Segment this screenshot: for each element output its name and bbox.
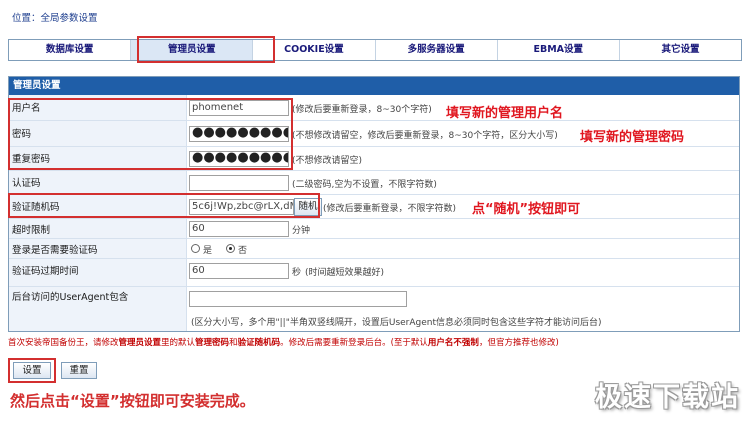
- hint-captcha-expire: (时间越短效果越好): [305, 268, 385, 278]
- tab-cookie[interactable]: COOKIE设置: [253, 40, 376, 60]
- authcode-input[interactable]: [189, 175, 289, 191]
- settings-tab-bar: 数据库设置 管理员设置 COOKIE设置 多服务器设置 EBMA设置 其它设置: [8, 39, 742, 61]
- hint-password: (不想修改请留空，修改后要重新登录，8~30个字符，区分大小写): [292, 131, 558, 141]
- label-password: 密码: [9, 121, 187, 146]
- row-timeout: 超时限制 60 分钟: [9, 219, 739, 239]
- submit-button[interactable]: 设置: [13, 362, 51, 379]
- label-authcode: 认证码: [9, 171, 187, 194]
- row-repassword: 重复密码 ●●●●●●●●● (不想修改请留空): [9, 147, 739, 171]
- tab-multi-server[interactable]: 多服务器设置: [376, 40, 498, 60]
- notice-part: 。修改后需要重新登录后台。(至于默认: [280, 338, 428, 348]
- hint-repassword: (不想修改请留空): [292, 156, 363, 166]
- useragent-input[interactable]: [189, 291, 407, 307]
- captcha-no-label: 否: [238, 246, 248, 256]
- label-need-captcha: 登录是否需要验证码: [9, 239, 187, 258]
- tab-admin[interactable]: 管理员设置: [131, 40, 254, 60]
- notice-part: 首次安装帝国备份王，请修改: [8, 338, 119, 348]
- hint-useragent: (区分大小写，多个用"||"半角双竖线隔开，设置后UserAgent信息必须同时…: [191, 318, 602, 328]
- captcha-yes-label: 是: [203, 246, 213, 256]
- hint-authcode: (二级密码,空为不设置，不限字符数): [292, 180, 437, 190]
- label-timeout: 超时限制: [9, 219, 187, 238]
- row-need-captcha: 登录是否需要验证码 是 否: [9, 239, 739, 259]
- timeout-unit: 分钟: [292, 226, 311, 236]
- timeout-input[interactable]: 60: [189, 221, 289, 237]
- notice-bold: 管理密码: [195, 338, 230, 348]
- watermark-logo: 极速下载站: [560, 374, 740, 414]
- row-username: 用户名 phomenet (修改后要重新登录，8~30个字符): [9, 95, 739, 121]
- notice-bold: 用户名不强制: [427, 338, 479, 348]
- tab-other[interactable]: 其它设置: [620, 40, 741, 60]
- notice-text: 首次安装帝国备份王，请修改管理员设置里的默认管理密码和验证随机码。修改后需要重新…: [8, 336, 740, 348]
- notice-part: ，但官方推荐也修改): [478, 338, 559, 348]
- hint-username: (修改后要重新登录，8~30个字符): [292, 105, 432, 115]
- label-username: 用户名: [9, 95, 187, 120]
- tab-ebma[interactable]: EBMA设置: [498, 40, 620, 60]
- annotation-footer: 然后点击“设置”按钮即可安装完成。: [10, 392, 255, 410]
- repassword-input[interactable]: ●●●●●●●●●: [189, 151, 289, 167]
- captcha-expire-input[interactable]: 60: [189, 263, 289, 279]
- row-random-code: 验证随机码 5c6j!Wp,zbc@rLX,dM" 随机 (修改后要重新登录，不…: [9, 195, 739, 219]
- password-input[interactable]: ●●●●●●●●●: [189, 126, 289, 142]
- captcha-expire-unit: 秒: [292, 268, 302, 278]
- label-useragent: 后台访问的UserAgent包含: [9, 287, 187, 331]
- annotation-password: 填写新的管理密码: [580, 130, 685, 145]
- notice-bold: 验证随机码: [237, 338, 281, 348]
- notice-part: 和: [229, 338, 238, 348]
- label-random-code: 验证随机码: [9, 195, 187, 218]
- row-authcode: 认证码 (二级密码,空为不设置，不限字符数): [9, 171, 739, 195]
- captcha-no-radio[interactable]: [226, 244, 235, 253]
- row-useragent: 后台访问的UserAgent包含 (区分大小写，多个用"||"半角双竖线隔开，设…: [9, 287, 739, 331]
- breadcrumb: 位置：全局参数设置: [12, 13, 98, 24]
- admin-settings-panel: 管理员设置 用户名 phomenet (修改后要重新登录，8~30个字符) 密码…: [8, 76, 740, 332]
- hint-random-code: (修改后要重新登录，不限字符数): [323, 204, 457, 214]
- annotation-username: 填写新的管理用户名: [446, 106, 564, 121]
- notice-bold: 管理员设置: [118, 338, 162, 348]
- reset-button[interactable]: 重置: [61, 362, 97, 379]
- panel-title: 管理员设置: [9, 77, 739, 95]
- notice-part: 里的默认: [161, 338, 196, 348]
- captcha-yes-radio[interactable]: [191, 244, 200, 253]
- random-button[interactable]: 随机: [294, 198, 322, 216]
- watermark-text: 极速下载站: [595, 381, 740, 413]
- label-repassword: 重复密码: [9, 147, 187, 170]
- random-code-input[interactable]: 5c6j!Wp,zbc@rLX,dM": [189, 199, 294, 215]
- row-captcha-expire: 验证码过期时间 60 秒 (时间越短效果越好): [9, 259, 739, 287]
- username-input[interactable]: phomenet: [189, 100, 289, 116]
- label-captcha-expire: 验证码过期时间: [9, 259, 187, 286]
- annotation-random: 点“随机”按钮即可: [472, 202, 581, 217]
- tab-database[interactable]: 数据库设置: [9, 40, 132, 60]
